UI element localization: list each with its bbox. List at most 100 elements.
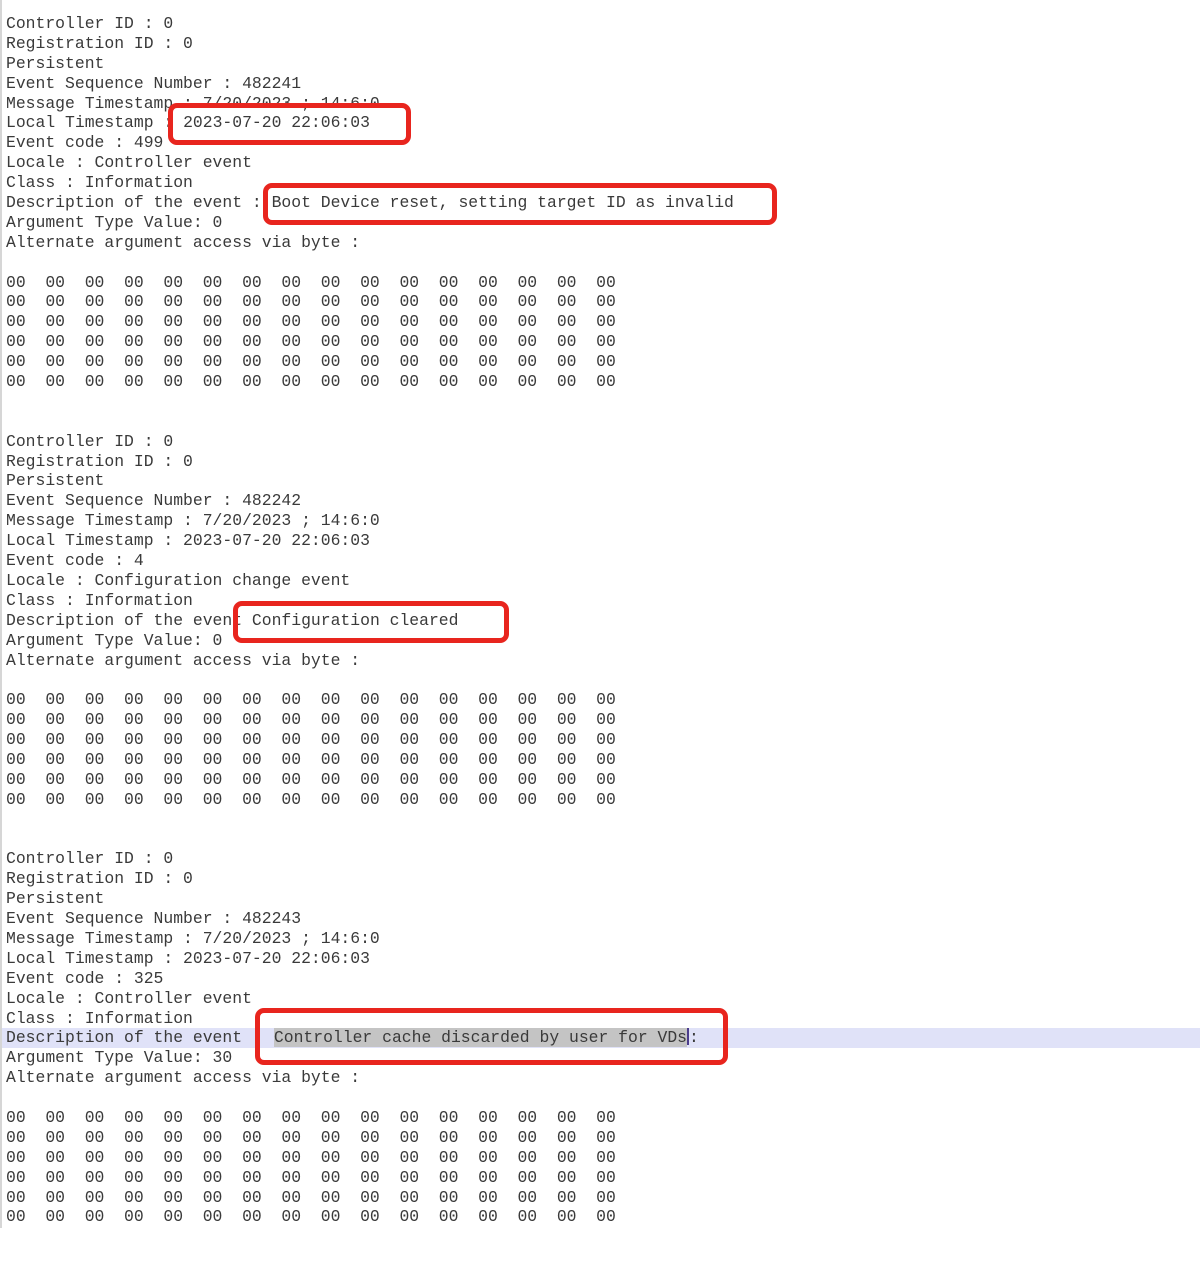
log-text: Description of the event <box>6 1028 252 1047</box>
log-text: Alternate argument access via byte : <box>6 233 360 252</box>
annotation-box: Boot Device reset, setting target ID as … <box>263 183 777 225</box>
annotation-box: Controller cache discarded by user for V… <box>255 1008 728 1065</box>
hex-dump-row: 00 00 00 00 00 00 00 00 00 00 00 00 00 0… <box>2 1148 1200 1168</box>
hex-dump-row: 00 00 00 00 00 00 00 00 00 00 00 00 00 0… <box>2 1168 1200 1188</box>
log-text: Configuration cleared <box>252 611 459 630</box>
log-line: Persistent <box>2 471 1200 491</box>
log-text: Event code : 325 <box>6 969 163 988</box>
log-text: Locale : Controller event <box>6 989 252 1008</box>
hex-bytes: 00 00 00 00 00 00 00 00 00 00 00 00 00 0… <box>6 312 616 331</box>
log-text: Local Timestamp : 2023-07-20 22:06:03 <box>6 949 370 968</box>
log-line: Description of the event Controller cach… <box>2 1028 1200 1048</box>
log-line: Event Sequence Number : 482242 <box>2 491 1200 511</box>
hex-bytes: 00 00 00 00 00 00 00 00 00 00 00 00 00 0… <box>6 750 616 769</box>
log-line: Description of the event Configuration c… <box>2 611 1200 631</box>
hex-dump-row: 00 00 00 00 00 00 00 00 00 00 00 00 00 0… <box>2 750 1200 770</box>
log-line: Local Timestamp : 2023-07-20 22:06:03 <box>2 531 1200 551</box>
log-line: Description of the event : Boot Device r… <box>2 193 1200 213</box>
log-text: Controller ID : 0 <box>6 849 173 868</box>
log-text: Class : Information <box>6 1009 193 1028</box>
log-text: Controller ID : 0 <box>6 14 173 33</box>
log-line: Alternate argument access via byte : <box>2 1068 1200 1088</box>
log-text: : <box>689 1028 699 1047</box>
log-text: Local Timestamp : 2023-07-20 22:06:03 <box>6 531 370 550</box>
log-line: Local Timestamp : 2023-07-20 22:06:03 <box>2 949 1200 969</box>
log-page: Controller ID : 0Registration ID : 0Pers… <box>0 0 1200 1264</box>
log-text: Alternate argument access via byte : <box>6 651 360 670</box>
log-text: Class : Information <box>6 591 193 610</box>
hex-dump-row: 00 00 00 00 00 00 00 00 00 00 00 00 00 0… <box>2 710 1200 730</box>
log-line: Locale : Controller event <box>2 989 1200 1009</box>
log-line: Locale : Configuration change event <box>2 571 1200 591</box>
log-line: Registration ID : 0 <box>2 34 1200 54</box>
log-line: Locale : Controller event <box>2 153 1200 173</box>
hex-dump-row: 00 00 00 00 00 00 00 00 00 00 00 00 00 0… <box>2 790 1200 810</box>
log-text: Argument Type Value: 30 <box>6 1048 232 1067</box>
log-text: Persistent <box>6 54 104 73</box>
log-text: Persistent <box>6 889 104 908</box>
hex-bytes: 00 00 00 00 00 00 00 00 00 00 00 00 00 0… <box>6 1128 616 1147</box>
log-text: Registration ID : 0 <box>6 452 193 471</box>
log-line: Event code : 4 <box>2 551 1200 571</box>
log-text: Description of the event <box>6 611 252 630</box>
log-text: Registration ID : 0 <box>6 869 193 888</box>
blank-line <box>2 412 1200 432</box>
log-text: Event code : 499 <box>6 133 163 152</box>
blank-line <box>2 810 1200 830</box>
blank-line <box>2 1088 1200 1108</box>
log-text: Controller ID : 0 <box>6 432 173 451</box>
log-text: Class : Information <box>6 173 193 192</box>
log-text: Event Sequence Number : 482242 <box>6 491 301 510</box>
log-text: Boot Device reset, setting target ID as … <box>272 193 734 212</box>
log-line: Controller ID : 0 <box>2 849 1200 869</box>
log-text: Local Timestamp : <box>6 113 183 132</box>
log-text: Alternate argument access via byte : <box>6 1068 360 1087</box>
annotation-box: Configuration cleared <box>233 601 510 643</box>
log-view[interactable]: Controller ID : 0Registration ID : 0Pers… <box>0 0 1200 1228</box>
log-line: Message Timestamp : 7/20/2023 ; 14:6:0 <box>2 511 1200 531</box>
log-line: Controller ID : 0 <box>2 432 1200 452</box>
hex-dump-row: 00 00 00 00 00 00 00 00 00 00 00 00 00 0… <box>2 730 1200 750</box>
log-text: Argument Type Value: 0 <box>6 631 222 650</box>
hex-bytes: 00 00 00 00 00 00 00 00 00 00 00 00 00 0… <box>6 690 616 709</box>
log-line: Event code : 325 <box>2 969 1200 989</box>
hex-dump-row: 00 00 00 00 00 00 00 00 00 00 00 00 00 0… <box>2 1128 1200 1148</box>
hex-dump-row: 00 00 00 00 00 00 00 00 00 00 00 00 00 0… <box>2 273 1200 293</box>
log-text: Event Sequence Number : 482241 <box>6 74 301 93</box>
hex-dump-row: 00 00 00 00 00 00 00 00 00 00 00 00 00 0… <box>2 372 1200 392</box>
log-text: Persistent <box>6 471 104 490</box>
hex-dump-row: 00 00 00 00 00 00 00 00 00 00 00 00 00 0… <box>2 770 1200 790</box>
hex-dump-row: 00 00 00 00 00 00 00 00 00 00 00 00 00 0… <box>2 352 1200 372</box>
log-text: Message Timestamp : 7/20/2023 ; 14:6:0 <box>6 929 380 948</box>
log-text: Message Timestamp : 7/20/2023 ; 14:6:0 <box>6 511 380 530</box>
log-line: Argument Type Value: 0 <box>2 631 1200 651</box>
blank-line <box>2 830 1200 850</box>
log-line: Controller ID : 0 <box>2 14 1200 34</box>
hex-bytes: 00 00 00 00 00 00 00 00 00 00 00 00 00 0… <box>6 1108 616 1127</box>
hex-dump-row: 00 00 00 00 00 00 00 00 00 00 00 00 00 0… <box>2 312 1200 332</box>
log-text: Registration ID : 0 <box>6 34 193 53</box>
log-line: Class : Information <box>2 591 1200 611</box>
blank-line <box>2 670 1200 690</box>
annotation-box: 2023-07-20 22:06:03 <box>168 103 411 145</box>
hex-bytes: 00 00 00 00 00 00 00 00 00 00 00 00 00 0… <box>6 292 616 311</box>
log-line: Local Timestamp : 2023-07-20 22:06:03 <box>2 113 1200 133</box>
hex-dump-row: 00 00 00 00 00 00 00 00 00 00 00 00 00 0… <box>2 690 1200 710</box>
log-line: Event Sequence Number : 482241 <box>2 74 1200 94</box>
log-line: Message Timestamp : 7/20/2023 ; 14:6:0 <box>2 929 1200 949</box>
hex-bytes: 00 00 00 00 00 00 00 00 00 00 00 00 00 0… <box>6 1207 616 1226</box>
log-line: Persistent <box>2 889 1200 909</box>
hex-bytes: 00 00 00 00 00 00 00 00 00 00 00 00 00 0… <box>6 710 616 729</box>
hex-dump-row: 00 00 00 00 00 00 00 00 00 00 00 00 00 0… <box>2 1108 1200 1128</box>
log-text: Event code : 4 <box>6 551 144 570</box>
hex-bytes: 00 00 00 00 00 00 00 00 00 00 00 00 00 0… <box>6 372 616 391</box>
hex-bytes: 00 00 00 00 00 00 00 00 00 00 00 00 00 0… <box>6 352 616 371</box>
log-line: Registration ID : 0 <box>2 452 1200 472</box>
hex-bytes: 00 00 00 00 00 00 00 00 00 00 00 00 00 0… <box>6 730 616 749</box>
log-line: Event Sequence Number : 482243 <box>2 909 1200 929</box>
hex-bytes: 00 00 00 00 00 00 00 00 00 00 00 00 00 0… <box>6 1168 616 1187</box>
hex-bytes: 00 00 00 00 00 00 00 00 00 00 00 00 00 0… <box>6 790 616 809</box>
blank-line <box>2 253 1200 273</box>
hex-bytes: 00 00 00 00 00 00 00 00 00 00 00 00 00 0… <box>6 1148 616 1167</box>
log-line: Alternate argument access via byte : <box>2 651 1200 671</box>
